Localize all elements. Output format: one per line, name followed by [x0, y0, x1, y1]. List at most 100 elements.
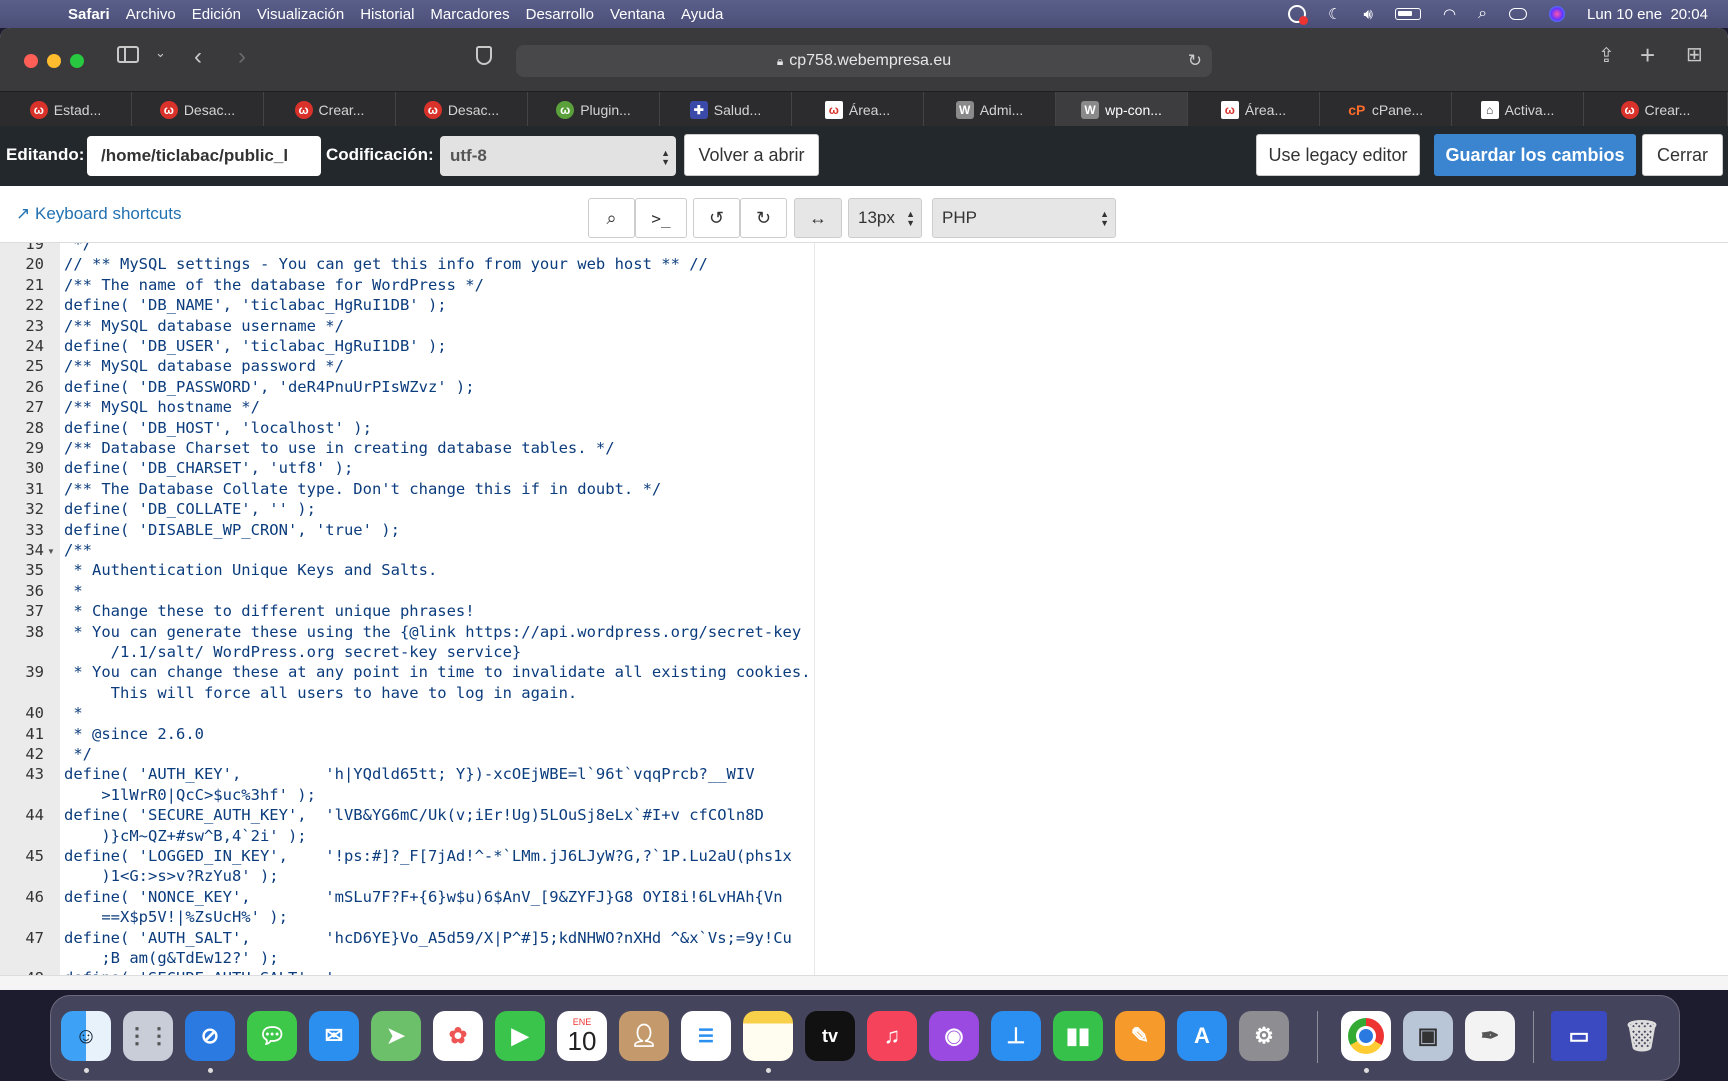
- menu-desarrollo[interactable]: Desarrollo: [526, 6, 594, 23]
- menu-ayuda[interactable]: Ayuda: [681, 6, 723, 23]
- apple-tv-icon[interactable]: tv: [805, 1011, 855, 1061]
- privacy-shield-icon[interactable]: [476, 46, 492, 65]
- tab-salud[interactable]: ✚ Salud...: [660, 92, 792, 127]
- textedit-icon[interactable]: ✒: [1465, 1011, 1515, 1061]
- code-line[interactable]: * Change these to different unique phras…: [64, 602, 474, 620]
- save-changes-button[interactable]: Guardar los cambios: [1434, 134, 1636, 176]
- code-line[interactable]: ;B am(g&TdEw12?' );: [64, 949, 278, 967]
- tab-crear-1[interactable]: ω Crear...: [264, 92, 396, 127]
- share-icon[interactable]: ⇪: [1598, 43, 1615, 68]
- tab-cpanel[interactable]: cP cPane...: [1320, 92, 1452, 127]
- code-line[interactable]: */: [64, 745, 92, 763]
- keynote-icon[interactable]: ⊥: [991, 1011, 1041, 1061]
- terminal-button[interactable]: >_: [635, 198, 687, 238]
- photos-icon[interactable]: ✿: [433, 1011, 483, 1061]
- code-line[interactable]: *: [64, 704, 82, 722]
- code-line[interactable]: /** The Database Collate type. Don't cha…: [64, 480, 661, 498]
- code-line[interactable]: /**: [64, 541, 92, 559]
- reminders-icon[interactable]: ☰: [681, 1011, 731, 1061]
- trash-icon[interactable]: 🗑︎: [1617, 1011, 1667, 1061]
- code-editor[interactable]: 19 */ 20 // ** MySQL settings - You can ge…: [0, 243, 1728, 975]
- code-line[interactable]: define( 'DB_HOST', 'localhost' );: [64, 419, 372, 437]
- wrap-toggle-button[interactable]: ↔: [794, 198, 842, 238]
- safari-icon[interactable]: ⊘: [185, 1011, 235, 1061]
- menu-ventana[interactable]: Ventana: [610, 6, 665, 23]
- code-line[interactable]: define( 'DB_USER', 'ticlabac_HgRuI1DB' )…: [64, 337, 447, 355]
- address-bar[interactable]: 🔒︎ cp758.webempresa.eu ↻: [516, 45, 1212, 77]
- zoom-window-button[interactable]: [70, 54, 84, 68]
- tab-admin[interactable]: W Admi...: [924, 92, 1056, 127]
- code-line[interactable]: define( 'NONCE_KEY', 'mSLu7F?F+{6}w$u)6$…: [64, 888, 783, 906]
- launchpad-icon[interactable]: ⋮⋮: [123, 1011, 173, 1061]
- downloads-stack-icon[interactable]: ▭: [1551, 1011, 1607, 1061]
- code-line[interactable]: /** MySQL database password */: [64, 357, 344, 375]
- keyboard-shortcuts-link[interactable]: ↗ Keyboard shortcuts: [16, 204, 181, 224]
- tab-activar[interactable]: ⌂ Activa...: [1452, 92, 1584, 127]
- facetime-icon[interactable]: ▶: [495, 1011, 545, 1061]
- font-size-select[interactable]: 13px ▲ ▼: [848, 198, 922, 238]
- new-tab-icon[interactable]: +: [1640, 40, 1655, 71]
- menu-edicion[interactable]: Edición: [192, 6, 241, 23]
- clock[interactable]: Lun 10 ene 20:04: [1587, 6, 1708, 23]
- tab-area-2[interactable]: ω Área...: [1188, 92, 1320, 127]
- contacts-icon[interactable]: 👤︎: [619, 1011, 669, 1061]
- minimize-window-button[interactable]: [47, 54, 61, 68]
- tab-plugins[interactable]: ω Plugin...: [528, 92, 660, 127]
- notes-icon[interactable]: [743, 1011, 793, 1061]
- code-line[interactable]: */: [64, 243, 92, 253]
- sidebar-toggle-icon[interactable]: [117, 46, 139, 63]
- close-window-button[interactable]: [24, 54, 38, 68]
- code-line[interactable]: define( 'AUTH_SALT', 'hcD6YE}Vo_A5d59/X|…: [64, 929, 792, 947]
- mail-icon[interactable]: ✉: [309, 1011, 359, 1061]
- messages-icon[interactable]: 💬︎: [247, 1011, 297, 1061]
- code-line[interactable]: define( 'DB_NAME', 'ticlabac_HgRuI1DB' )…: [64, 296, 447, 314]
- code-line[interactable]: This will force all users to have to log…: [64, 684, 578, 702]
- menu-app-safari[interactable]: Safari: [68, 6, 110, 23]
- wifi-icon[interactable]: ◠: [1443, 5, 1456, 23]
- siri-icon[interactable]: [1549, 6, 1566, 22]
- preview-icon[interactable]: ▣: [1403, 1011, 1453, 1061]
- control-center-icon[interactable]: [1509, 8, 1528, 20]
- syntax-mode-select[interactable]: PHP ▲ ▼: [932, 198, 1116, 238]
- system-preferences-icon[interactable]: ⚙: [1239, 1011, 1289, 1061]
- code-line[interactable]: /** MySQL hostname */: [64, 398, 260, 416]
- code-line[interactable]: * You can change these at any point in t…: [64, 663, 810, 681]
- code-line[interactable]: /1.1/salt/ WordPress.org secret-key serv…: [64, 643, 522, 661]
- code-line[interactable]: // ** MySQL settings - You can get this …: [64, 255, 708, 273]
- chevron-down-icon[interactable]: ⌄: [155, 45, 166, 61]
- app-store-icon[interactable]: A: [1177, 1011, 1227, 1061]
- volume-icon[interactable]: 🔊︎: [1364, 6, 1373, 23]
- code-line[interactable]: * @since 2.6.0: [64, 725, 204, 743]
- tab-overview-icon[interactable]: ⊞: [1686, 42, 1703, 67]
- spotlight-search-icon[interactable]: ⌕: [1478, 5, 1487, 23]
- file-path-field[interactable]: /home/ticlabac/public_l: [87, 136, 321, 176]
- music-icon[interactable]: ♫: [867, 1011, 917, 1061]
- code-line[interactable]: /** MySQL database username */: [64, 317, 344, 335]
- reopen-button[interactable]: Volver a abrir: [684, 134, 819, 176]
- battery-icon[interactable]: [1394, 8, 1421, 20]
- tab-crear-2[interactable]: ω Crear...: [1584, 92, 1728, 127]
- code-line[interactable]: /** Database Charset to use in creating …: [64, 439, 615, 457]
- tab-wp-config[interactable]: Wwp-con...: [1056, 92, 1188, 127]
- tab-desactivar-1[interactable]: ω Desac...: [132, 92, 264, 127]
- calendar-icon[interactable]: ENE 10: [557, 1011, 607, 1061]
- menu-marcadores[interactable]: Marcadores: [430, 6, 509, 23]
- maps-icon[interactable]: ➤: [371, 1011, 421, 1061]
- close-button[interactable]: Cerrar: [1642, 134, 1723, 176]
- numbers-icon[interactable]: ▮▮: [1053, 1011, 1103, 1061]
- code-line[interactable]: define( 'AUTH_KEY', 'h|YQdld65tt; Y})-xc…: [64, 765, 755, 783]
- menu-visualizacion[interactable]: Visualización: [257, 6, 344, 23]
- reload-icon[interactable]: ↻: [1188, 51, 1202, 71]
- code-line[interactable]: ==X$p5V!|%ZsUcH%' );: [64, 908, 288, 926]
- code-line[interactable]: define( 'DB_PASSWORD', 'deR4PnuUrPIsWZvz…: [64, 378, 475, 396]
- finder-icon[interactable]: ☺: [61, 1011, 111, 1061]
- code-line[interactable]: /** The name of the database for WordPre…: [64, 276, 484, 294]
- pages-icon[interactable]: ✎: [1115, 1011, 1165, 1061]
- code-line[interactable]: define( 'LOGGED_IN_KEY', '!ps:#]?_F[7jAd…: [64, 847, 792, 865]
- code-line[interactable]: define( 'DB_COLLATE', '' );: [64, 500, 316, 518]
- screen-record-icon[interactable]: [1288, 5, 1309, 25]
- code-line[interactable]: define( 'SECURE_AUTH_KEY', 'lVB&YG6mC/Uk…: [64, 806, 764, 824]
- code-line[interactable]: )}cM~QZ+#sw^B,4`2i' );: [64, 827, 306, 845]
- back-arrow-icon[interactable]: ‹: [194, 43, 202, 71]
- code-line[interactable]: *: [64, 582, 82, 600]
